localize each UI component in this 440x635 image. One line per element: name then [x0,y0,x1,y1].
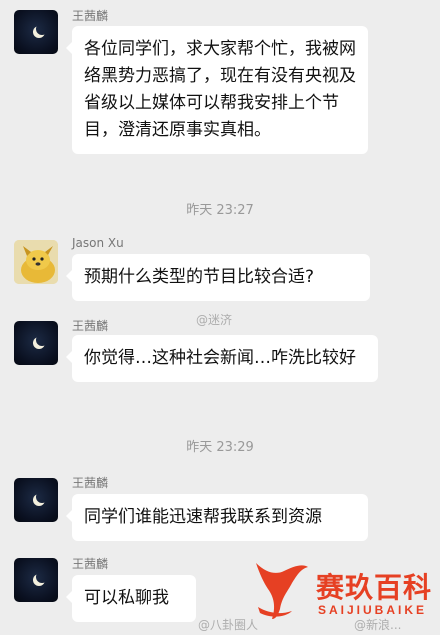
message-text: 可以私聊我 [84,588,169,608]
avatar-wangqianlin[interactable] [14,321,58,365]
avatar-wangqianlin[interactable] [14,478,58,522]
avatar-wangqianlin[interactable] [14,10,58,54]
timestamp: 昨天 23:27 [186,203,254,218]
message-bubble[interactable]: 各位同学们，求大家帮个忙，我被网络黑势力恶搞了，现在有没有央视及省级以上媒体可以… [66,26,368,154]
logo-chinese-text: 赛玖百科 [316,571,433,604]
logo-english-text: SAIJIUBAIKE [318,603,428,617]
timestamp: 昨天 23:29 [186,440,254,455]
message-bubble[interactable]: 预期什么类型的节目比较合适? [66,254,370,301]
avatar-wangqianlin[interactable] [14,558,58,602]
sender-name: 王茜麟 [72,9,109,23]
sender-name: Jason Xu [72,236,124,250]
message-text: 同学们谁能迅速帮我联系到资源 [84,507,322,527]
message-bubble[interactable]: 可以私聊我 [66,575,196,622]
message-bubble[interactable]: 你觉得…这种社会新闻…咋洗比较好 [66,335,378,382]
weibo-watermark: @新浪... [354,618,402,632]
message-text: 各位同学们，求大家帮个忙，我被网络黑势力恶搞了，现在有没有央视及省级以上媒体可以… [84,39,356,140]
weibo-watermark: @迷济 [196,313,233,327]
message-bubble[interactable]: 同学们谁能迅速帮我联系到资源 [66,494,368,541]
avatar-jason-xu[interactable] [14,240,58,284]
message-text: 预期什么类型的节目比较合适? [84,267,315,287]
sender-name: 王茜麟 [72,557,109,571]
sender-name: 王茜麟 [72,476,109,490]
yellow-dog-icon [14,240,58,284]
weibo-watermark: @八卦圈人 [198,618,259,632]
sender-name: 王茜麟 [72,319,109,333]
message-text: 你觉得…这种社会新闻…咋洗比较好 [84,348,356,368]
whale-tail-logo-icon [256,563,308,619]
